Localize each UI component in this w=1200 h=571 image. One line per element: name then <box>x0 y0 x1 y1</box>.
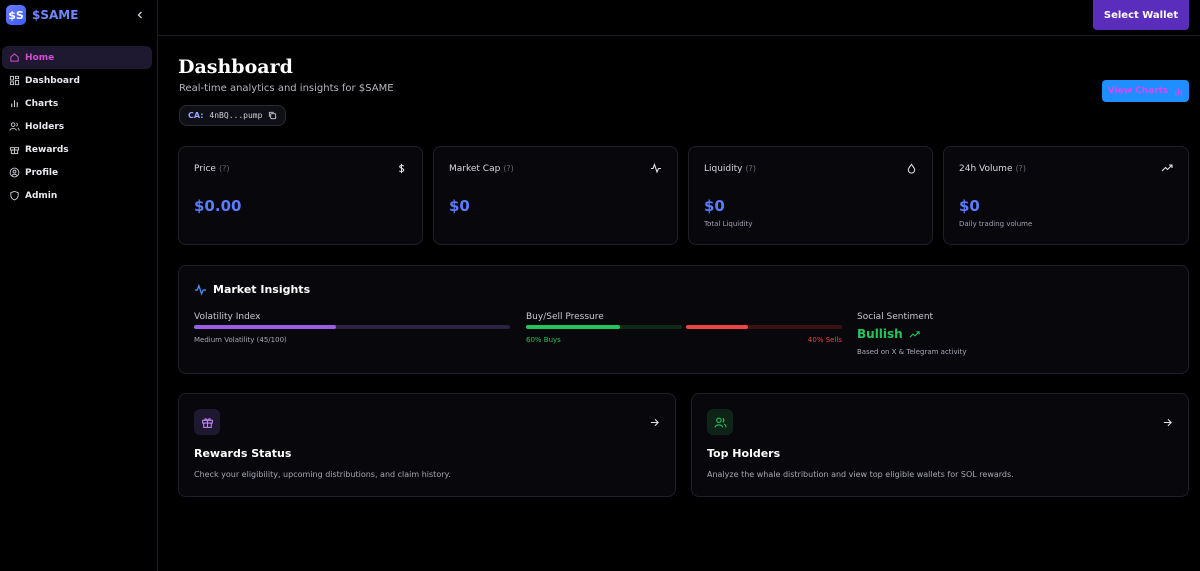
stat-label: 24h Volume (?) <box>959 164 1026 174</box>
topbar: Select Wallet <box>158 0 1200 36</box>
sell-bar <box>686 325 842 329</box>
help-hint[interactable]: (?) <box>219 164 230 173</box>
liquidity-card: Liquidity (?) $0 Total Liquidity <box>688 146 933 245</box>
sidebar-item-label: Charts <box>25 98 59 109</box>
buy-bar <box>526 325 682 329</box>
stat-label: Price (?) <box>194 164 229 174</box>
sidebar-item-admin[interactable]: Admin <box>2 184 152 207</box>
stat-label-text: Price <box>194 164 216 174</box>
sidebar-item-dashboard[interactable]: Dashboard <box>2 69 152 92</box>
chevron-left-icon <box>137 11 142 19</box>
sidebar-item-holders[interactable]: Holders <box>2 115 152 138</box>
dashboard-icon <box>8 75 20 87</box>
stat-value: $0 <box>959 197 980 215</box>
ca-label: CA: <box>188 111 204 120</box>
dollar-icon <box>395 162 407 174</box>
sidebar: $S $SAME Home Dashboard Charts Holders R… <box>0 0 158 571</box>
stat-label: Liquidity (?) <box>704 164 756 174</box>
card-description: Check your eligibility, upcoming distrib… <box>194 470 451 479</box>
page-title: Dashboard <box>178 56 293 78</box>
user-circle-icon <box>8 167 20 179</box>
price-card: Price (?) $0.00 <box>178 146 423 245</box>
view-charts-label: View Charts <box>1107 86 1169 96</box>
sidebar-item-label: Dashboard <box>25 75 80 86</box>
sentiment-value: Bullish <box>857 327 920 341</box>
help-hint[interactable]: (?) <box>1016 164 1027 173</box>
chart-icon <box>8 98 20 110</box>
stat-value: $0.00 <box>194 197 242 215</box>
home-icon <box>8 52 20 64</box>
volatility-caption: Medium Volatility (45/100) <box>194 336 287 344</box>
page-subtitle: Real-time analytics and insights for $SA… <box>179 83 394 94</box>
sidebar-item-profile[interactable]: Profile <box>2 161 152 184</box>
shield-icon <box>8 190 20 202</box>
sidebar-item-label: Profile <box>25 167 59 178</box>
buy-fill <box>526 325 620 329</box>
trending-up-icon <box>909 330 920 338</box>
volatility-fill <box>194 325 337 329</box>
brand-logo: $S <box>6 5 26 25</box>
sentiment-caption: Based on X & Telegram activity <box>857 348 967 356</box>
card-description: Analyze the whale distribution and view … <box>707 470 1014 479</box>
sidebar-item-charts[interactable]: Charts <box>2 92 152 115</box>
sidebar-item-label: Holders <box>25 121 65 132</box>
sidebar-item-label: Rewards <box>25 144 69 155</box>
copy-icon[interactable] <box>268 111 277 120</box>
stat-label-text: Liquidity <box>704 164 743 174</box>
pulse-icon <box>194 283 207 296</box>
sidebar-item-rewards[interactable]: Rewards <box>2 138 152 161</box>
arrow-right-icon[interactable] <box>648 416 660 428</box>
help-hint[interactable]: (?) <box>503 164 514 173</box>
volume-card: 24h Volume (?) $0 Daily trading volume <box>943 146 1189 245</box>
card-title: Rewards Status <box>194 447 292 460</box>
market-cap-card: Market Cap (?) $0 <box>433 146 678 245</box>
trending-up-icon <box>1161 162 1173 174</box>
view-charts-button[interactable]: View Charts <box>1102 80 1189 102</box>
sells-caption: 40% Sells <box>807 336 842 344</box>
sidebar-item-label: Admin <box>25 190 58 201</box>
stat-value: $0 <box>704 197 725 215</box>
top-holders-card[interactable]: Top Holders Analyze the whale distributi… <box>691 393 1189 497</box>
stat-caption: Daily trading volume <box>959 220 1033 228</box>
volatility-label: Volatility Index <box>194 312 261 322</box>
pressure-label: Buy/Sell Pressure <box>526 312 604 322</box>
droplet-icon <box>905 162 917 174</box>
stat-caption: Total Liquidity <box>704 220 753 228</box>
brand-name: $SAME <box>32 8 79 22</box>
rewards-status-card[interactable]: Rewards Status Check your eligibility, u… <box>178 393 676 497</box>
buys-caption: 60% Buys <box>526 336 561 344</box>
gift-icon <box>8 144 20 156</box>
contract-address-chip[interactable]: CA: 4nBQ...pump <box>179 105 287 126</box>
users-icon <box>707 409 733 435</box>
arrow-right-icon[interactable] <box>1161 416 1173 428</box>
sidebar-item-label: Home <box>25 52 55 63</box>
market-insights-card: Market Insights Volatility Index Medium … <box>178 265 1189 374</box>
card-title: Top Holders <box>707 447 781 460</box>
volatility-bar <box>194 325 510 329</box>
select-wallet-button[interactable]: Select Wallet <box>1093 0 1189 30</box>
sentiment-label: Social Sentiment <box>857 312 934 322</box>
insights-title: Market Insights <box>194 283 310 296</box>
help-hint[interactable]: (?) <box>746 164 757 173</box>
sidebar-nav: Home Dashboard Charts Holders Rewards Pr… <box>2 46 152 207</box>
activity-icon <box>650 162 662 174</box>
sentiment-value-text: Bullish <box>857 327 903 341</box>
stat-value: $0 <box>449 197 470 215</box>
ca-address: 4nBQ...pump <box>209 111 263 120</box>
users-icon <box>8 121 20 133</box>
stat-label: Market Cap (?) <box>449 164 514 174</box>
stat-label-text: Market Cap <box>449 164 501 174</box>
brand[interactable]: $S $SAME <box>6 5 78 25</box>
sidebar-item-home[interactable]: Home <box>2 46 152 69</box>
stat-label-text: 24h Volume <box>959 164 1013 174</box>
collapse-sidebar-button[interactable] <box>133 8 147 22</box>
bar-chart-icon <box>1175 87 1183 95</box>
gift-icon <box>194 409 220 435</box>
sell-fill <box>686 325 749 329</box>
insights-title-text: Market Insights <box>213 283 311 296</box>
